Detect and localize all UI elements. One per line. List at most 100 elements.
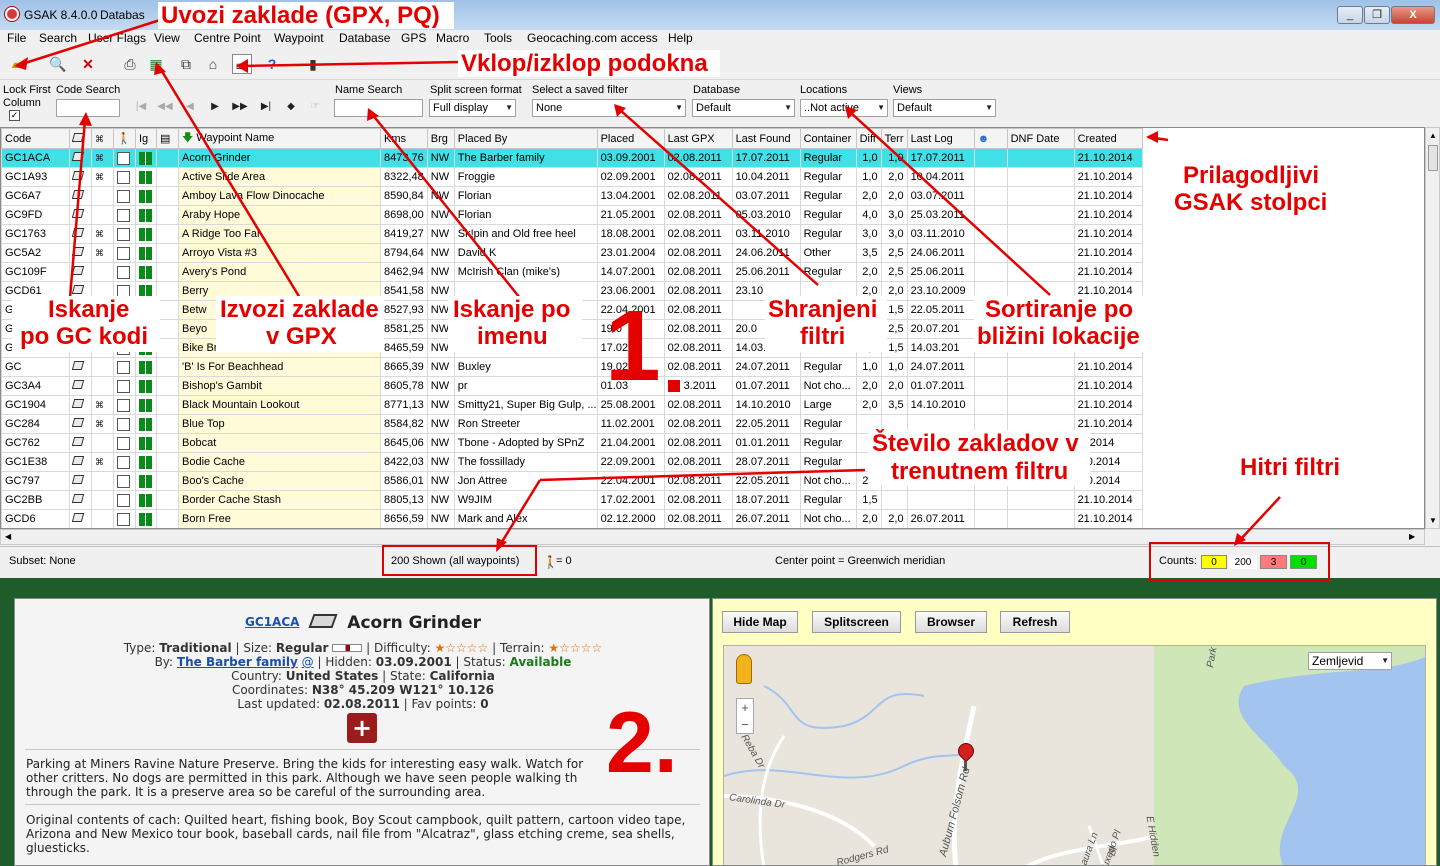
table-row[interactable]: GC1A93 ⌘ Active Slide Area 8322,48 NW Froggie… — [1, 167, 1143, 187]
column-header[interactable]: Placed — [596, 128, 665, 149]
owner-link[interactable]: The Barber family — [177, 655, 298, 669]
column-header[interactable]: 🡇 Waypoint Name — [178, 128, 381, 149]
delete-icon[interactable]: ✕ — [78, 54, 98, 74]
user-flag-checkbox[interactable] — [117, 246, 130, 260]
user-flag-checkbox[interactable] — [117, 512, 130, 526]
column-header[interactable]: Placed By — [453, 128, 598, 149]
scroll-right-icon[interactable]: ▶ — [1409, 532, 1415, 541]
table-row[interactable]: GCD6 Born Free 8656,59 NW Mark and Alex 02.12… — [1, 509, 1143, 528]
saved-filter-select[interactable]: None ▼ — [532, 99, 686, 117]
user-flag-checkbox[interactable] — [117, 474, 130, 488]
locations-select[interactable]: ..Not active ▼ — [800, 99, 888, 117]
table-row[interactable]: GC2BB Border Cache Stash 8805,13 NW W9JIM 17.… — [1, 490, 1143, 510]
cache-code-link[interactable]: GC1ACA — [245, 615, 299, 629]
user-flag-cell[interactable] — [113, 376, 136, 396]
user-flag-cell[interactable] — [113, 224, 136, 244]
user-flag-cell[interactable] — [113, 357, 136, 377]
column-header[interactable]: Brg — [426, 128, 455, 149]
splitscreen-button[interactable]: Splitscreen — [812, 611, 901, 633]
zoom-in-button[interactable]: + — [737, 699, 753, 716]
column-header[interactable]: Terr — [880, 128, 908, 149]
table-row[interactable]: GC9FD Araby Hope 8698,00 NW Florian 21.05.200… — [1, 205, 1143, 225]
owner-email-link[interactable]: @ — [302, 655, 314, 669]
column-header[interactable]: Last Log — [906, 128, 975, 149]
browser-button[interactable]: Browser — [915, 611, 987, 633]
column-header[interactable]: ☻ — [973, 128, 1008, 149]
views-select[interactable]: Default ▼ — [893, 99, 996, 117]
user-flag-cell[interactable] — [113, 148, 136, 168]
user-flag-cell[interactable] — [113, 186, 136, 206]
table-row[interactable]: GC1904 ⌘ Black Mountain Lookout 8771,13 NW Sm… — [1, 395, 1143, 415]
split-panel-toggle-icon[interactable]: ▭ — [232, 54, 252, 74]
user-flag-cell[interactable] — [113, 414, 136, 434]
zoom-out-button[interactable]: − — [737, 716, 753, 733]
user-flag-cell[interactable] — [113, 395, 136, 415]
user-flag-cell[interactable] — [113, 243, 136, 263]
column-header[interactable]: Diff — [855, 128, 882, 149]
street-view-pegman-icon[interactable] — [736, 654, 752, 684]
column-header[interactable]: Code — [1, 128, 70, 149]
user-flag-cell[interactable] — [113, 452, 136, 472]
column-header[interactable]: 🚶 — [113, 128, 136, 149]
user-flag-checkbox[interactable] — [117, 455, 130, 469]
pointer-icon[interactable]: ☞ — [305, 99, 325, 115]
user-flag-checkbox[interactable] — [117, 170, 130, 184]
user-flag-cell[interactable] — [113, 167, 136, 187]
prev-record-icon[interactable]: ◀ — [180, 99, 200, 115]
scroll-down-icon[interactable]: ▼ — [1429, 516, 1437, 525]
user-flag-checkbox[interactable] — [117, 493, 130, 507]
user-flag-checkbox[interactable] — [117, 208, 130, 222]
user-flag-cell[interactable] — [113, 205, 136, 225]
refresh-button[interactable]: Refresh — [1000, 611, 1070, 633]
user-flag-checkbox[interactable] — [117, 151, 130, 165]
hide-map-button[interactable]: Hide Map — [722, 611, 798, 633]
database-select[interactable]: Default ▼ — [692, 99, 795, 117]
user-flag-cell[interactable] — [113, 262, 136, 282]
next-page-icon[interactable]: ▶▶ — [230, 99, 250, 115]
minimize-button[interactable]: _ — [1337, 6, 1363, 24]
column-header[interactable]: Last GPX — [663, 128, 733, 149]
menu-search[interactable]: Search — [39, 31, 77, 45]
menu-database[interactable]: Database — [339, 31, 390, 45]
eraser-icon[interactable]: ◆ — [281, 99, 301, 115]
menu-file[interactable]: File — [7, 31, 26, 45]
user-flag-cell[interactable] — [113, 471, 136, 491]
map-type-select[interactable]: Zemljevid ▼ — [1308, 652, 1392, 670]
close-window-button[interactable]: X — [1391, 6, 1435, 24]
scroll-up-icon[interactable]: ▲ — [1429, 131, 1437, 140]
user-flag-checkbox[interactable] — [117, 360, 130, 374]
search-icon[interactable]: 🔍 — [48, 54, 68, 74]
menu-macro[interactable]: Macro — [436, 31, 469, 45]
export-gpx-icon[interactable]: ▦ — [146, 54, 166, 74]
user-flag-checkbox[interactable] — [117, 398, 130, 412]
lock-column-checkbox[interactable]: ✓ — [9, 110, 20, 121]
table-row[interactable]: GC6A7 Amboy Lava Flow Dinocache 8590,84 NW F… — [1, 186, 1143, 206]
user-flag-checkbox[interactable] — [117, 227, 130, 241]
user-flag-cell[interactable] — [113, 433, 136, 453]
user-flag-cell[interactable] — [113, 490, 136, 510]
print-icon[interactable]: ⎙ — [120, 54, 140, 74]
open-folder-icon[interactable]: ▰ — [7, 54, 27, 74]
menu-geocaching-access[interactable]: Geocaching.com access — [527, 31, 658, 45]
column-header[interactable]: ⌘ — [91, 128, 114, 149]
menu-user-flags[interactable]: User Flags — [88, 31, 146, 45]
maximize-button[interactable]: ❐ — [1364, 6, 1390, 24]
map-view[interactable]: + − Zemljevid ▼ Reba Dr Carolinda Dr Aubur… — [723, 645, 1426, 865]
menu-waypoint[interactable]: Waypoint — [274, 31, 324, 45]
user-flag-cell[interactable] — [113, 509, 136, 528]
name-search-input[interactable] — [334, 99, 423, 117]
column-header[interactable]: Ig — [135, 128, 157, 149]
table-row[interactable]: GC 'B' Is For Beachhead 8665,39 NW Buxley 19.… — [1, 357, 1143, 377]
menu-tools[interactable]: Tools — [484, 31, 512, 45]
last-record-icon[interactable]: ▶| — [256, 99, 276, 115]
table-row[interactable]: GC1ACA ⌘ Acorn Grinder 8473,76 NW The Barber … — [1, 148, 1143, 168]
scroll-thumb[interactable] — [1428, 145, 1438, 171]
menu-centre-point[interactable]: Centre Point — [194, 31, 261, 45]
next-record-icon[interactable]: ▶ — [205, 99, 225, 115]
table-row[interactable]: GC5A2 ⌘ Arroyo Vista #3 8794,64 NW David K 23.… — [1, 243, 1143, 263]
table-row[interactable]: GC1763 ⌘ A Ridge Too Far 8419,27 NW Sk!pin an… — [1, 224, 1143, 244]
column-header[interactable]: DNF Date — [1006, 128, 1075, 149]
split-screen-select[interactable]: Full display ▼ — [429, 99, 516, 117]
user-flag-checkbox[interactable] — [117, 436, 130, 450]
scroll-left-icon[interactable]: ◀ — [5, 532, 11, 541]
